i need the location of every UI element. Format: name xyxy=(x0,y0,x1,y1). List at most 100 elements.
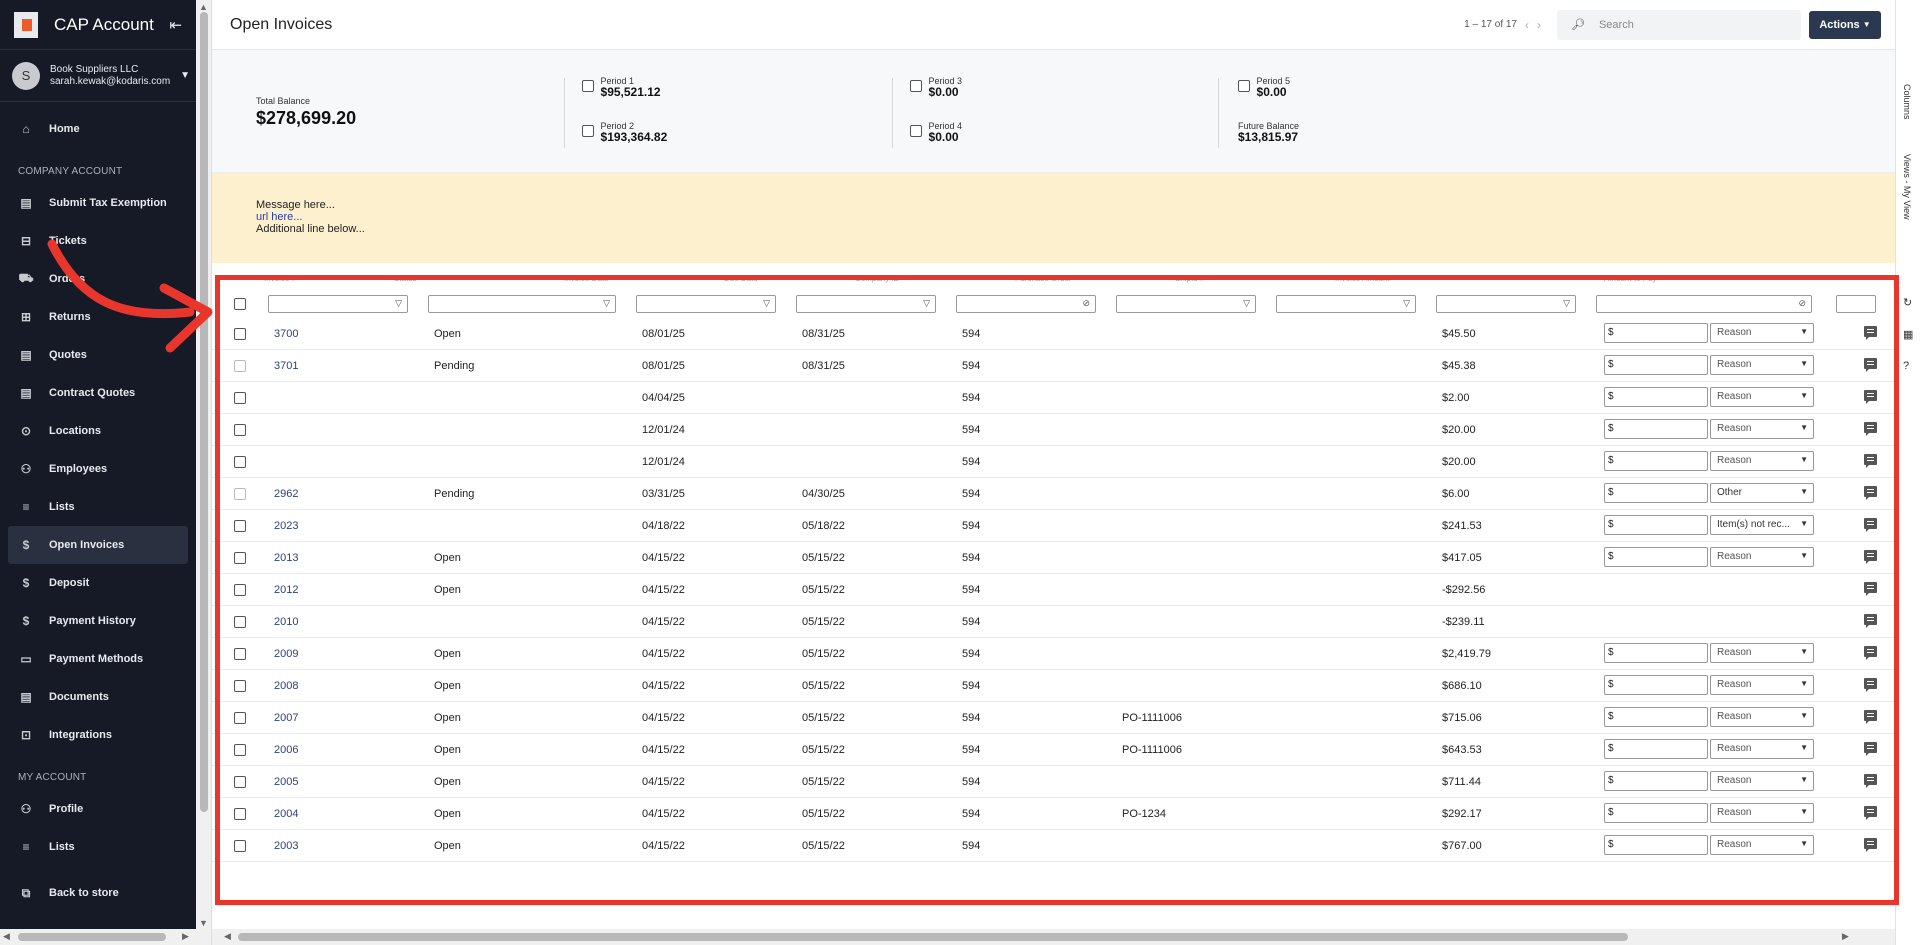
row-checkbox[interactable] xyxy=(234,552,246,564)
amount-to-pay-input[interactable]: $ xyxy=(1604,643,1708,663)
column-header[interactable]: Invoice Amount xyxy=(1335,274,1390,283)
nav-submit-tax-exemption[interactable]: ▤ Submit Tax Exemption xyxy=(0,184,196,222)
nav-tickets[interactable]: ⊟ Tickets xyxy=(0,222,196,260)
comment-icon[interactable] xyxy=(1864,838,1877,852)
nav-back-to-store[interactable]: ⧉ Back to store xyxy=(0,874,196,912)
filter-icon[interactable]: ▽ xyxy=(603,298,610,309)
filter-icon[interactable]: ▽ xyxy=(1563,298,1570,309)
column-header[interactable]: Shipto # xyxy=(1175,274,1204,283)
scroll-right-icon[interactable]: ▶ xyxy=(1842,931,1849,942)
invoice-link[interactable]: 2010 xyxy=(274,616,298,628)
scroll-thumb[interactable] xyxy=(200,12,208,812)
amount-to-pay-input[interactable]: $ xyxy=(1604,707,1708,727)
filter-off-icon[interactable]: ⊘ xyxy=(1798,298,1806,309)
nav-employees[interactable]: ⚇ Employees xyxy=(0,450,196,488)
reason-select[interactable]: Other ▼ xyxy=(1710,483,1814,503)
table-row[interactable]: 3700 Open 08/01/25 08/31/25 594 $45.50 $ Reason… xyxy=(212,318,1895,350)
column-filter-input[interactable]: ▽ xyxy=(1116,295,1256,313)
row-checkbox[interactable] xyxy=(234,392,246,404)
nav-returns[interactable]: ⊞ Returns xyxy=(0,298,196,336)
column-filter-input[interactable]: ⊘ xyxy=(1596,295,1812,313)
comment-icon[interactable] xyxy=(1864,326,1877,340)
invoice-link[interactable]: 2006 xyxy=(274,744,298,756)
nav-payment-methods[interactable]: ▭ Payment Methods xyxy=(0,640,196,678)
column-header[interactable]: Purchase Order xyxy=(1015,274,1071,283)
nav-lists[interactable]: ≡ Lists xyxy=(0,828,196,866)
table-row[interactable]: 2008 Open 04/15/22 05/15/22 594 $686.10 $ Reaso… xyxy=(212,670,1895,702)
actions-button[interactable]: Actions ▼ xyxy=(1809,10,1881,39)
invoice-link[interactable]: 2009 xyxy=(274,648,298,660)
reason-select[interactable]: Reason ▼ xyxy=(1710,675,1814,695)
nav-contract-quotes[interactable]: ▤ Contract Quotes xyxy=(0,374,196,412)
amount-to-pay-input[interactable]: $ xyxy=(1604,835,1708,855)
scroll-down-icon[interactable]: ▼ xyxy=(199,918,208,928)
sidebar-vertical-scrollbar[interactable]: ▲ ▼ xyxy=(196,0,212,945)
comment-icon[interactable] xyxy=(1864,454,1877,468)
grid-icon[interactable]: ▦ xyxy=(1903,328,1913,341)
comment-icon[interactable] xyxy=(1864,710,1877,724)
scroll-up-icon[interactable]: ▲ xyxy=(199,2,208,12)
scroll-thumb[interactable] xyxy=(18,933,166,941)
nav-profile[interactable]: ⚇ Profile xyxy=(0,790,196,828)
comment-icon[interactable] xyxy=(1864,678,1877,692)
reason-select[interactable]: Reason ▼ xyxy=(1710,835,1814,855)
reason-select[interactable]: Reason ▼ xyxy=(1710,419,1814,439)
column-header[interactable]: Status xyxy=(394,274,417,283)
comment-icon[interactable] xyxy=(1864,806,1877,820)
table-row[interactable]: 2003 Open 04/15/22 05/15/22 594 $767.00 $ Reaso… xyxy=(212,830,1895,862)
comment-icon[interactable] xyxy=(1864,422,1877,436)
column-filter-input[interactable] xyxy=(1836,295,1876,313)
row-checkbox[interactable] xyxy=(234,712,246,724)
comment-icon[interactable] xyxy=(1864,518,1877,532)
comment-icon[interactable] xyxy=(1864,390,1877,404)
table-row[interactable]: 04/04/25 594 $2.00 $ Reason ▼ xyxy=(212,382,1895,414)
amount-to-pay-input[interactable]: $ xyxy=(1604,323,1708,343)
logout-icon[interactable]: ⇤ xyxy=(169,16,182,34)
nav-documents[interactable]: ▤ Documents xyxy=(0,678,196,716)
amount-to-pay-input[interactable]: $ xyxy=(1604,803,1708,823)
comment-icon[interactable] xyxy=(1864,358,1877,372)
reason-select[interactable]: Reason ▼ xyxy=(1710,387,1814,407)
comment-icon[interactable] xyxy=(1864,550,1877,564)
row-checkbox[interactable] xyxy=(234,488,246,500)
nav-open-invoices[interactable]: $ Open Invoices xyxy=(8,526,188,564)
invoice-link[interactable]: 3700 xyxy=(274,328,298,340)
filter-icon[interactable]: ▽ xyxy=(1403,298,1410,309)
reason-select[interactable]: Reason ▼ xyxy=(1710,643,1814,663)
select-all-checkbox[interactable] xyxy=(234,298,246,310)
filter-off-icon[interactable]: ⊘ xyxy=(1082,298,1090,309)
table-row[interactable]: 3701 Pending 08/01/25 08/31/25 594 $45.38 $ Rea… xyxy=(212,350,1895,382)
nav-integrations[interactable]: ⊡ Integrations xyxy=(0,716,196,754)
chevron-right-icon[interactable]: › xyxy=(1537,18,1541,32)
nav-locations[interactable]: ⊙ Locations xyxy=(0,412,196,450)
scroll-right-icon[interactable]: ▶ xyxy=(182,931,189,942)
amount-to-pay-input[interactable]: $ xyxy=(1604,387,1708,407)
help-icon[interactable]: ? xyxy=(1903,360,1909,372)
table-row[interactable]: 2010 04/15/22 05/15/22 594 -$239.11 xyxy=(212,606,1895,638)
column-filter-input[interactable]: ▽ xyxy=(428,295,616,313)
nav-quotes[interactable]: ▤ Quotes xyxy=(0,336,196,374)
views-panel-toggle[interactable]: Views - My View xyxy=(1902,154,1912,220)
table-row[interactable]: 2023 04/18/22 05/18/22 594 $241.53 $ Item(s) n… xyxy=(212,510,1895,542)
invoice-link[interactable]: 2962 xyxy=(274,488,298,500)
reason-select[interactable]: Reason ▼ xyxy=(1710,323,1814,343)
row-checkbox[interactable] xyxy=(234,776,246,788)
row-checkbox[interactable] xyxy=(234,616,246,628)
column-filter-input[interactable]: ▽ xyxy=(268,295,408,313)
comment-icon[interactable] xyxy=(1864,486,1877,500)
column-header[interactable]: Invoice # xyxy=(264,274,296,283)
amount-to-pay-input[interactable]: $ xyxy=(1604,483,1708,503)
chevron-left-icon[interactable]: ‹ xyxy=(1525,18,1529,32)
column-header[interactable]: Due Date xyxy=(724,274,758,283)
reason-select[interactable]: Reason ▼ xyxy=(1710,547,1814,567)
nav-deposit[interactable]: $ Deposit xyxy=(0,564,196,602)
invoice-link[interactable]: 2013 xyxy=(274,552,298,564)
column-filter-input[interactable]: ▽ xyxy=(636,295,776,313)
table-row[interactable]: 2004 Open 04/15/22 05/15/22 594 PO-1234 $292.1… xyxy=(212,798,1895,830)
invoice-link[interactable]: 2008 xyxy=(274,680,298,692)
comment-icon[interactable] xyxy=(1864,582,1877,596)
nav-orders[interactable]: ⛟ Orders xyxy=(0,260,196,298)
invoice-link[interactable]: 2012 xyxy=(274,584,298,596)
amount-to-pay-input[interactable]: $ xyxy=(1604,675,1708,695)
row-checkbox[interactable] xyxy=(234,584,246,596)
